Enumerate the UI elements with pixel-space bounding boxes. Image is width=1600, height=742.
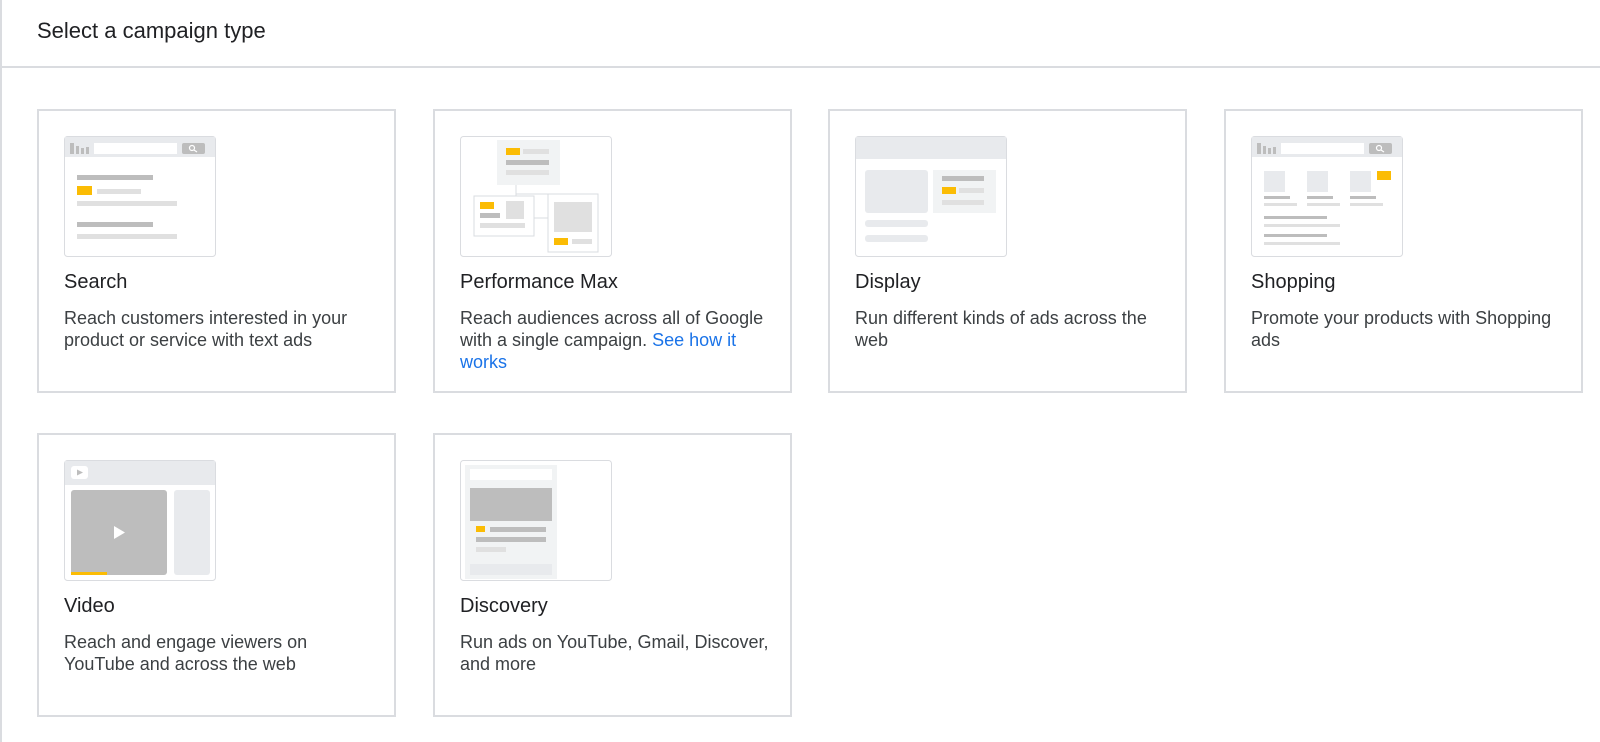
campaign-card-shopping[interactable]: Shopping Promote your products with Shop… [1224, 109, 1583, 393]
campaign-card-discovery[interactable]: Discovery Run ads on YouTube, Gmail, Dis… [433, 433, 792, 717]
video-illustration-icon [64, 460, 216, 581]
campaign-card-video[interactable]: Video Reach and engage viewers on YouTub… [37, 433, 396, 717]
campaign-name: Performance Max [460, 271, 618, 293]
campaign-name: Display [855, 271, 921, 293]
campaign-description: Promote your products with Shopping ads [1251, 308, 1552, 350]
campaign-name: Search [64, 271, 128, 293]
campaign-card-search[interactable]: Search Reach customers interested in you… [37, 109, 396, 393]
campaign-description: Run ads on YouTube, Gmail, Discover, and… [460, 632, 769, 674]
performance-max-illustration-icon [460, 136, 612, 257]
shopping-illustration-icon [1251, 136, 1403, 257]
panel-header: Select a campaign type [0, 0, 1600, 68]
campaign-description: Reach customers interested in your produ… [64, 308, 348, 350]
campaign-card-performance-max[interactable]: Performance Max Reach audiences across a… [433, 109, 792, 393]
campaign-name: Discovery [460, 595, 548, 617]
campaign-description: Reach audiences across all of Google wit… [460, 307, 778, 373]
display-illustration-icon [855, 136, 1007, 257]
page-title: Select a campaign type [37, 18, 266, 43]
campaign-name: Shopping [1251, 271, 1336, 293]
campaign-card-display[interactable]: Display Run different kinds of ads acros… [828, 109, 1187, 393]
discovery-illustration-icon [460, 460, 612, 581]
campaign-name: Video [64, 595, 115, 617]
search-illustration-icon [64, 136, 216, 257]
campaign-description: Reach and engage viewers on YouTube and … [64, 632, 308, 674]
campaign-description: Run different kinds of ads across the we… [855, 308, 1147, 350]
campaign-type-page: Select a campaign type Search Reach cust… [0, 0, 1600, 742]
